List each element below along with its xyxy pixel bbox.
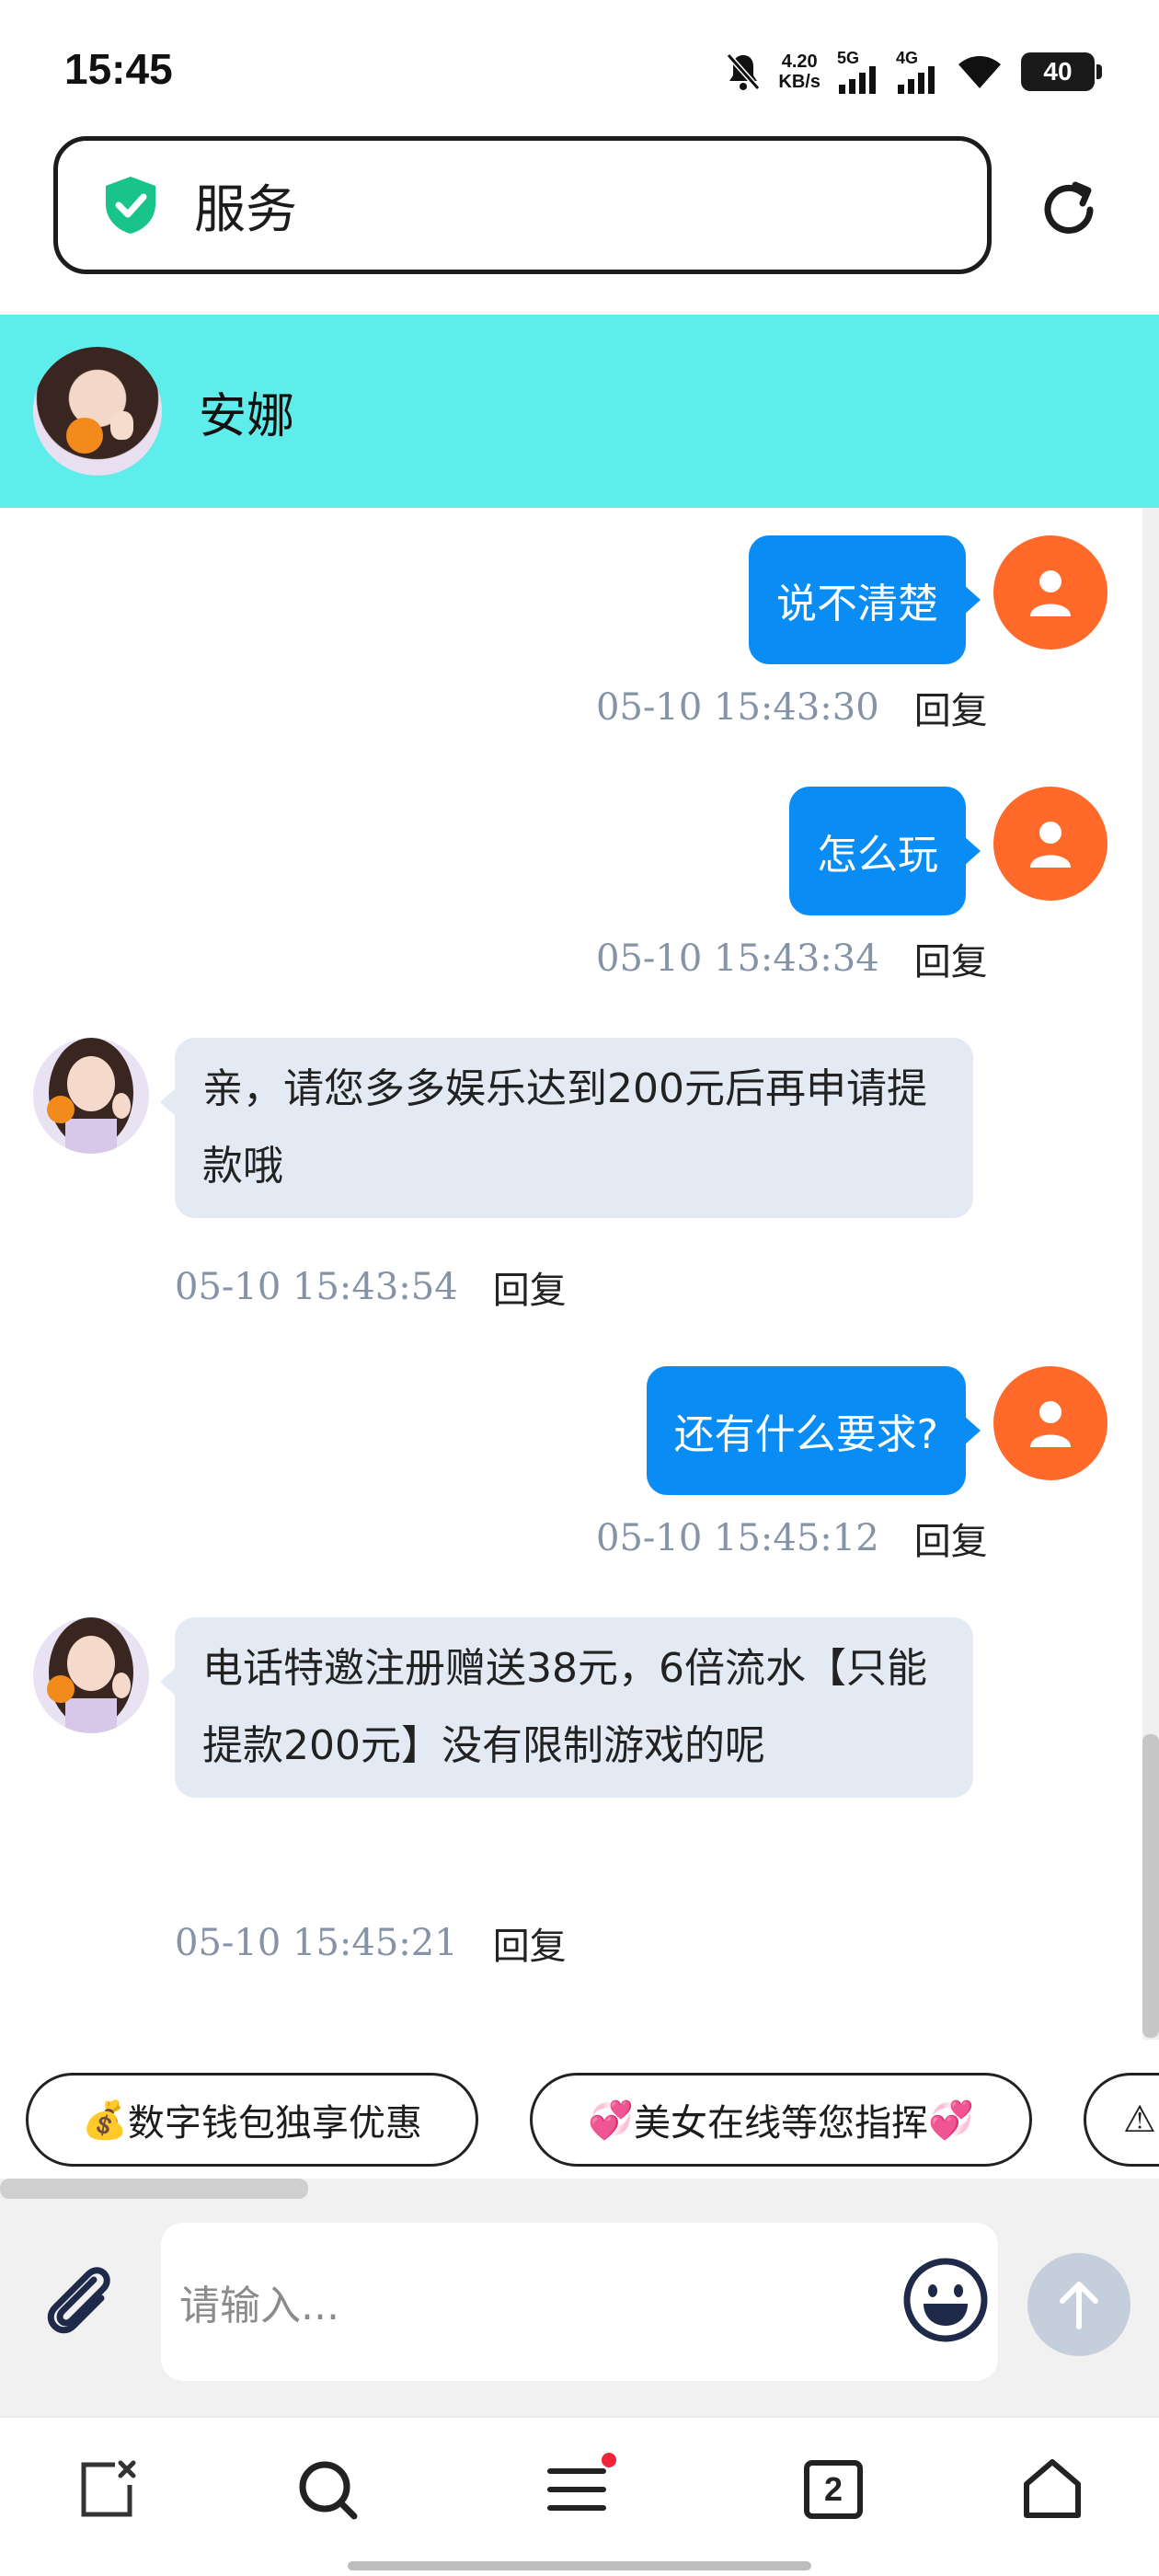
- hearts-icon: 💞: [928, 2099, 974, 2142]
- status-time: 15:45: [64, 45, 173, 93]
- signal-4g: 4G: [896, 50, 938, 94]
- user-avatar: [993, 1366, 1107, 1480]
- outgoing-message[interactable]: 怎么玩: [789, 787, 981, 915]
- emoji-button[interactable]: [901, 2256, 990, 2344]
- signal-bars-icon: [839, 66, 876, 94]
- message-timestamp: 05-10 15:45:12: [596, 1517, 879, 1559]
- message-meta: 05-10 15:43:34 回复: [596, 932, 988, 985]
- outgoing-message[interactable]: 还有什么要求?: [646, 1366, 981, 1495]
- status-bar: 15:45 4.20 KB/s 5G 4G 40: [0, 0, 1159, 138]
- chat-scrollbar-thumb[interactable]: [1142, 1734, 1159, 2038]
- message-timestamp: 05-10 15:45:21: [175, 1922, 458, 1964]
- message-input-placeholder: 请输入...: [179, 2283, 339, 2329]
- message-input[interactable]: 请输入...: [161, 2223, 998, 2381]
- quick-reply-chip[interactable]: 💰 数字钱包独享优惠: [26, 2073, 478, 2167]
- paperclip-icon: [47, 2267, 110, 2334]
- wifi-icon: [958, 56, 1001, 88]
- signal-5g-label: 5G: [837, 49, 860, 67]
- home-indicator[interactable]: [348, 2561, 811, 2570]
- user-icon: [1030, 570, 1071, 616]
- attach-button[interactable]: [37, 2260, 125, 2348]
- message-meta: 05-10 15:43:54 回复: [175, 1260, 567, 1314]
- agent-avatar[interactable]: [33, 1038, 149, 1154]
- close-tab-button[interactable]: [72, 2453, 145, 2526]
- search-icon: [299, 2461, 358, 2520]
- incoming-message[interactable]: 电话特邀注册赠送38元，6倍流水【只能提款200元】没有限制游戏的呢: [160, 1617, 973, 1798]
- message-timestamp: 05-10 15:43:30: [596, 686, 879, 729]
- mute-bell-icon: [727, 53, 761, 90]
- page-title: 服务: [194, 179, 297, 240]
- money-bag-icon: 💰: [82, 2099, 128, 2142]
- reply-link[interactable]: 回复: [493, 1260, 567, 1314]
- quick-reply-chip[interactable]: ⚠: [1084, 2073, 1159, 2167]
- agent-avatar[interactable]: [33, 1617, 149, 1733]
- message-meta: 05-10 15:45:21 回复: [175, 1916, 567, 1970]
- menu-button[interactable]: [543, 2453, 616, 2526]
- chat-message-list[interactable]: [0, 508, 1159, 2040]
- address-bar[interactable]: 服务: [53, 136, 992, 274]
- home-icon: [1024, 2459, 1081, 2518]
- quick-reply-label: 美女在线等您指挥: [634, 2102, 928, 2145]
- shield-check-icon: [106, 177, 155, 234]
- refresh-icon: [1044, 181, 1094, 234]
- incoming-message[interactable]: 亲，请您多多娱乐达到200元后再申请提款哦: [160, 1038, 973, 1218]
- close-page-icon: [81, 2460, 136, 2517]
- reply-link[interactable]: 回复: [493, 1916, 567, 1970]
- reply-link[interactable]: 回复: [914, 932, 988, 985]
- status-icons: 4.20 KB/s 5G 4G 40: [725, 44, 1102, 99]
- signal-bars-icon: [898, 66, 935, 94]
- user-avatar: [993, 787, 1107, 901]
- smiley-icon: [903, 2258, 988, 2342]
- tabs-button[interactable]: 2: [797, 2453, 870, 2526]
- network-speed-value: 4.20: [781, 52, 818, 72]
- tabs-count: 2: [823, 2470, 843, 2508]
- quick-reply-scrollbar[interactable]: [0, 2179, 308, 2199]
- reply-link[interactable]: 回复: [914, 1512, 988, 1565]
- network-speed: 4.20 KB/s: [778, 52, 820, 92]
- outgoing-message[interactable]: 说不清楚: [749, 535, 981, 664]
- network-speed-unit: KB/s: [778, 72, 820, 92]
- contact-avatar[interactable]: [33, 347, 162, 476]
- message-meta: 05-10 15:43:30 回复: [596, 681, 988, 734]
- refresh-button[interactable]: [1032, 173, 1106, 247]
- quick-reply-bar[interactable]: 💰 数字钱包独享优惠 💞 美女在线等您指挥 💞 ⚠: [0, 2040, 1159, 2178]
- menu-icon: [547, 2453, 616, 2511]
- warning-icon: ⚠: [1123, 2099, 1156, 2141]
- message-meta: 05-10 15:45:12 回复: [596, 1512, 988, 1565]
- message-timestamp: 05-10 15:43:54: [175, 1266, 458, 1308]
- home-button[interactable]: [1016, 2453, 1089, 2526]
- quick-reply-chip[interactable]: 💞 美女在线等您指挥 💞: [530, 2073, 1032, 2167]
- hearts-icon: 💞: [588, 2099, 634, 2142]
- signal-4g-label: 4G: [896, 49, 919, 67]
- user-icon: [1030, 822, 1071, 868]
- arrow-up-icon: [1060, 2282, 1098, 2329]
- user-icon: [1030, 1401, 1071, 1447]
- reply-link[interactable]: 回复: [914, 681, 988, 734]
- send-button[interactable]: [1027, 2253, 1130, 2356]
- contact-name: 安娜: [199, 388, 295, 444]
- user-avatar: [993, 535, 1107, 650]
- quick-reply-label: 数字钱包独享优惠: [127, 2102, 422, 2145]
- chat-header: 安娜: [0, 315, 1159, 508]
- battery-indicator: 40: [1021, 52, 1102, 91]
- message-timestamp: 05-10 15:43:34: [596, 937, 879, 980]
- search-button[interactable]: [291, 2453, 364, 2526]
- signal-5g: 5G: [837, 50, 879, 94]
